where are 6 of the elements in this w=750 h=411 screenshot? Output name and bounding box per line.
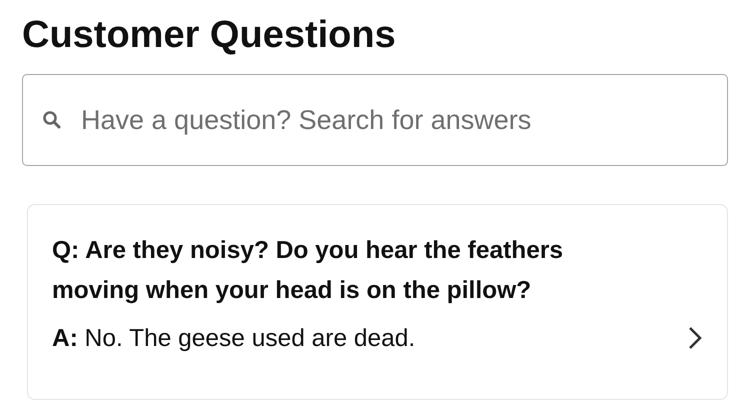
search-field[interactable]: Have a question? Search for answers [22,74,728,166]
question-text: Q: Are they noisy? Do you hear the feathers moving when your head is on the pillow? [52,236,564,306]
page-title: Customer Questions [22,13,397,58]
question-card[interactable]: Q: Are they noisy? Do you hear the feathers moving when your head is on the pillow? A: No. The geese used are dead. [27,204,728,400]
answer-text: A: No. The geese used are dead. [52,324,416,354]
chevron-right-icon [687,325,703,351]
